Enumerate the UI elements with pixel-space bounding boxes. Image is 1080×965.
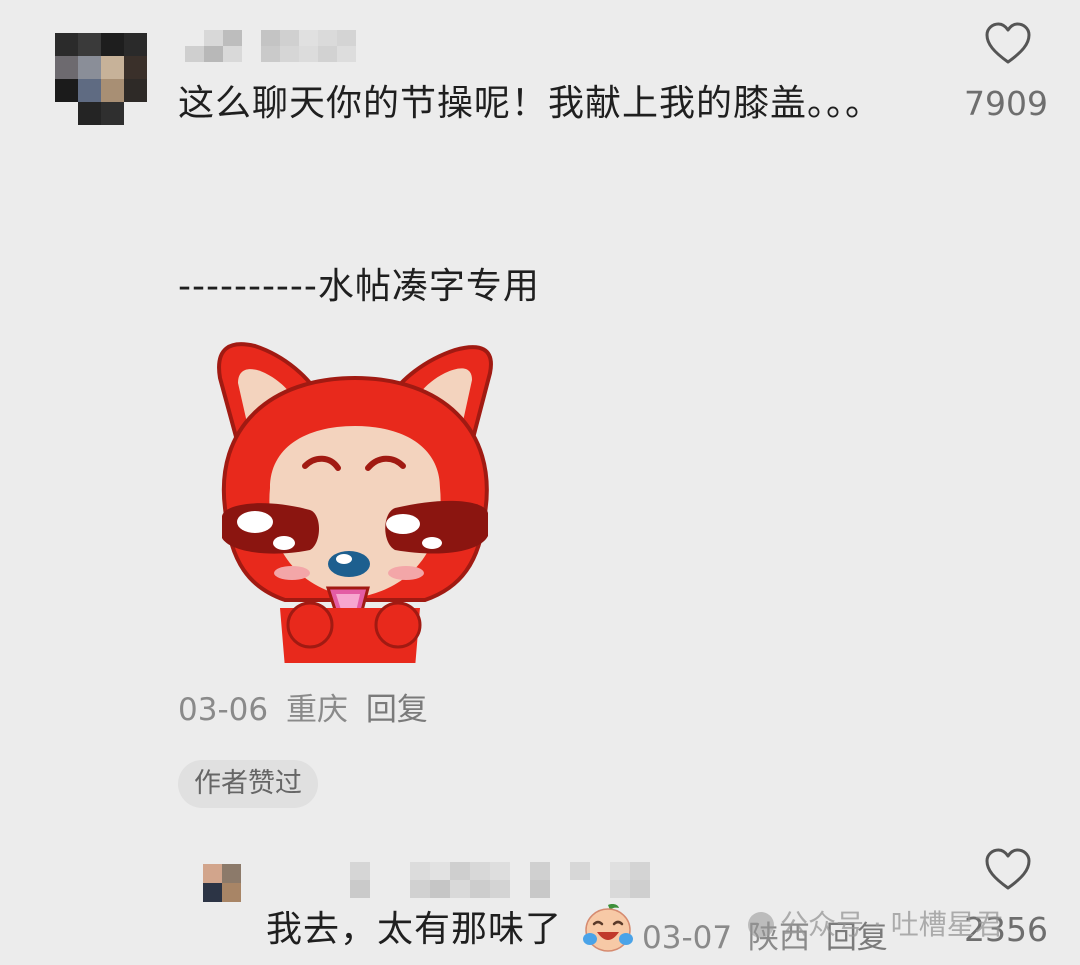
comment-location: 重庆 bbox=[285, 692, 348, 728]
reply-button[interactable]: 回复 bbox=[366, 692, 428, 728]
comment-text: 这么聊天你的节操呢！我献上我的膝盖。。。 bbox=[178, 83, 883, 124]
username-obscured[interactable] bbox=[185, 30, 375, 62]
like-count: 7909 bbox=[964, 84, 1048, 123]
comment-date: 03-07 bbox=[642, 920, 733, 956]
comment-extra-text: ----------水帖凑字专用 bbox=[178, 266, 540, 307]
reply-text: 我去，太有那味了 bbox=[266, 909, 563, 950]
comment-meta: 03-06 重庆 回复 bbox=[178, 684, 428, 729]
like-heart-icon[interactable] bbox=[984, 22, 1032, 66]
username-obscured[interactable] bbox=[350, 862, 670, 898]
laughing-crying-emoji-icon bbox=[583, 904, 633, 952]
author-liked-badge: 作者赞过 bbox=[178, 760, 318, 808]
avatar[interactable] bbox=[55, 33, 147, 125]
reply-comment-text: 我去，太有那味了 bbox=[266, 910, 562, 950]
avatar[interactable] bbox=[203, 864, 241, 902]
watermark: 公众号 · 吐槽星君 bbox=[748, 903, 1003, 943]
comment-date: 03-06 bbox=[178, 692, 269, 728]
wechat-official-account-icon bbox=[748, 912, 774, 938]
like-heart-icon[interactable] bbox=[984, 848, 1032, 892]
fox-sticker bbox=[217, 342, 493, 663]
watermark-text: 公众号 · 吐槽星君 bbox=[780, 908, 1003, 941]
